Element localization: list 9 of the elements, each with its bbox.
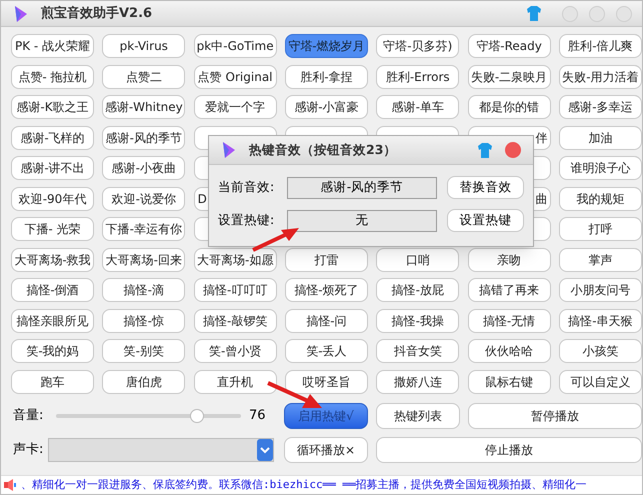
sound-card-label: 声卡: (13, 440, 44, 459)
marquee-text: 、精细化一对一跟进服务、保底签约费。联系微信:biezhicc══ ══招募主播，提供免费全国短视频拍摄、精细化一 (21, 476, 587, 493)
dialog-title: 热键音效（按钮音效23） (249, 140, 396, 159)
current-sound-field: 感谢-风的季节 (287, 176, 437, 198)
window-title: 煎宝音效助手V2.6 (41, 4, 152, 23)
volume-reading: 76 (249, 406, 267, 425)
current-sound-label: 当前音效: (218, 178, 276, 196)
volume-label: 音量: (13, 406, 44, 425)
hotkey-label: 设置热键: (218, 211, 276, 230)
